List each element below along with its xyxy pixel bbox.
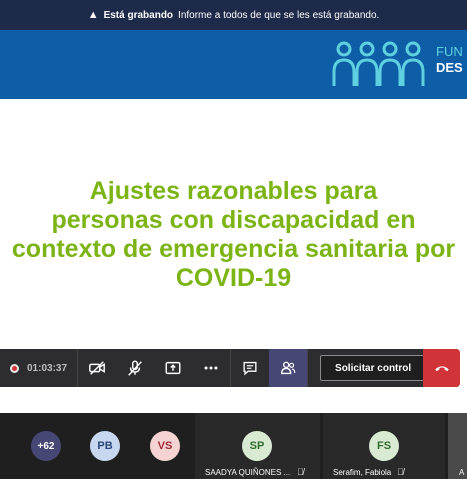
recording-banner: ▲ Está grabando Informe a todos de que s… [0,0,467,30]
timer-value: 01:03:37 [27,362,68,374]
slide-header-bar: FUN DES [0,30,467,99]
mic-off-icon [128,360,142,376]
participant-name: A [459,468,465,477]
video-off-icon [89,361,105,375]
recording-message: Informe a todos de que se les está graba… [178,9,380,21]
participant-strip: +62 PB VS SP SAADYA QUIÑONES ... 🎙̸ FS S… [0,413,467,479]
share-screen-button[interactable] [154,349,192,387]
logo-text: FUN DES [436,44,463,76]
avatar-initials: VS [157,440,173,452]
avatar-initials: FS [376,440,392,452]
mic-off-icon: 🎙̸ [397,467,404,477]
shared-slide: Ajustes razonables para personas con dis… [0,99,467,344]
participant-name: Serafim, Fabiola [333,468,392,477]
avatar[interactable]: VS [150,431,180,461]
slide-title: Ajustes razonables para personas con dis… [0,177,467,293]
logo-text-line2: DES [436,60,463,75]
avatar-initials: SP [249,440,265,452]
meeting-timer: 01:03:37 [0,349,79,387]
slide-title-line: COVID-19 [175,264,292,292]
mic-off-icon: 🎙̸ [297,467,304,477]
overflow-count: +62 [37,440,55,452]
slide-title-line: Ajustes razonables para [89,177,378,205]
participant-tile[interactable]: SP SAADYA QUIÑONES ... 🎙̸ [195,413,320,479]
hangup-icon [434,366,449,372]
avatar: FS [369,431,399,461]
recording-status: Está grabando [103,9,174,21]
slide-title-line: contexto de emergencia sanitaria por [11,235,456,263]
avatar[interactable]: PB [90,431,120,461]
request-control-button[interactable]: Solicitar control [320,355,427,381]
overflow-participants-badge[interactable]: +62 [31,431,61,461]
mic-toggle-button[interactable] [116,349,154,387]
participants-icon [281,361,296,375]
avatar-initials: PB [97,440,113,452]
participant-video-tile[interactable]: A [448,413,467,479]
warning-icon: ▲ [87,9,99,21]
more-icon [204,366,218,370]
slide-title-line: personas con discapacidad en [51,206,416,234]
chat-icon [243,361,257,376]
meeting-toolbar: 01:03:37 Solicitar control [0,349,460,387]
share-icon [165,361,181,375]
avatar: SP [242,431,272,461]
camera-toggle-button[interactable] [78,349,116,387]
hangup-button[interactable] [423,349,460,387]
spacer [0,387,467,413]
participant-name: SAADYA QUIÑONES ... [205,468,291,477]
recording-dot-icon [10,363,19,373]
participant-tile[interactable]: FS Serafim, Fabiola 🎙̸ [323,413,445,479]
toolbar-divider [307,349,309,387]
chat-button[interactable] [231,349,269,387]
more-actions-button[interactable] [192,349,230,387]
foundation-logo-icon [332,41,425,86]
participants-button[interactable] [269,349,308,387]
logo-text-line1: FUN [436,44,463,59]
